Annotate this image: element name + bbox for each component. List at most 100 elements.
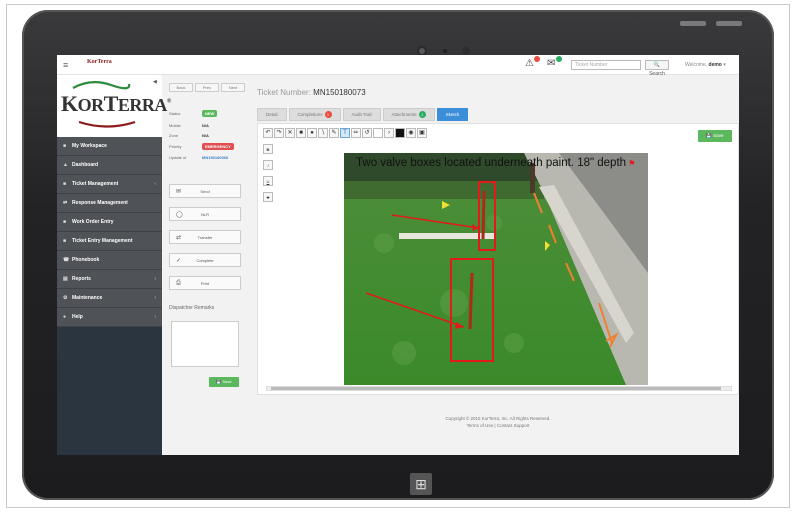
nlr-button[interactable]: ◯ NLR bbox=[169, 207, 241, 221]
tab-attachments[interactable]: Attachments 1 bbox=[382, 108, 435, 121]
field-value: N/A bbox=[202, 133, 209, 138]
clear-icon[interactable]: ✕ bbox=[285, 128, 295, 138]
tablet-sensor-2 bbox=[462, 47, 470, 55]
sidebar-item-label: Dashboard bbox=[72, 162, 99, 168]
sidebar-item-dashboard[interactable]: ▲ Dashboard bbox=[57, 156, 162, 175]
redo-icon[interactable]: ↷ bbox=[274, 128, 284, 138]
footer: Copyright © 2015 KorTerra, Inc. All Righ… bbox=[257, 415, 739, 429]
maintenance-icon: ⚙ bbox=[63, 295, 68, 301]
tab-label: Audit Trail bbox=[351, 112, 372, 117]
rectangle-icon[interactable]: ■ bbox=[296, 128, 306, 138]
search-button-label: Search bbox=[649, 71, 665, 77]
sidebar-item-my-workspace[interactable]: ■ My Workspace bbox=[57, 137, 162, 156]
image-icon[interactable]: ▣ bbox=[417, 128, 427, 138]
color-swatch-white[interactable] bbox=[373, 128, 383, 138]
status-badge: NEW bbox=[202, 110, 218, 117]
next-button[interactable]: Next bbox=[221, 83, 245, 92]
update-of-link[interactable]: MN150180066 bbox=[202, 155, 228, 160]
entry-icon: ■ bbox=[63, 238, 67, 244]
windows-home-icon[interactable]: ⊞ bbox=[410, 473, 432, 495]
field-label: Priority bbox=[169, 144, 182, 149]
sidebar-item-phonebook[interactable]: ☎ Phonebook bbox=[57, 251, 162, 270]
tab-sketch[interactable]: Sketch bbox=[436, 108, 469, 121]
sidebar-item-work-order-entry[interactable]: ■ Work Order Entry bbox=[57, 213, 162, 232]
priority-badge: EMERGENCY bbox=[202, 143, 234, 150]
reports-icon: ▤ bbox=[63, 276, 68, 282]
save-remarks-button[interactable]: 💾 Save bbox=[209, 377, 239, 387]
sidebar-item-ticket-entry-management[interactable]: ■ Ticket Entry Management bbox=[57, 232, 162, 251]
color-swatch-black[interactable] bbox=[395, 128, 405, 138]
home-icon: ■ bbox=[63, 143, 67, 149]
circle-icon[interactable]: ● bbox=[307, 128, 317, 138]
text-icon[interactable]: T bbox=[340, 128, 350, 138]
tablet-sensor bbox=[443, 49, 447, 53]
pencil-icon[interactable]: ✎ bbox=[329, 128, 339, 138]
ticket-icon: ■ bbox=[63, 181, 67, 187]
transfer-button[interactable]: ⇄ Transfer bbox=[169, 230, 241, 244]
search-button[interactable]: 🔍Search bbox=[645, 60, 669, 77]
site-photo-canvas[interactable]: Two valve boxes located underneath paint… bbox=[344, 153, 648, 385]
top-bar: ≡ KorTerra ⚠ ✉ Ticket Number 🔍Search Wel… bbox=[57, 55, 739, 77]
phonebook-icon: ☎ bbox=[63, 257, 70, 263]
sketch-panel: ↶ ↷ ✕ ■ ● ∖ ✎ T ✏ ↺ › ◉ ▣ B I U S 💾 Save bbox=[257, 123, 739, 395]
message-icon[interactable]: ✉ bbox=[547, 58, 555, 69]
eyedropper-icon[interactable]: ✏ bbox=[351, 128, 361, 138]
transfer-button-label: Transfer bbox=[197, 235, 213, 240]
sketch-caption[interactable]: Two valve boxes located underneath paint… bbox=[356, 157, 648, 170]
footer-links[interactable]: Terms of Use | Contact Support bbox=[257, 422, 739, 429]
complete-button[interactable]: ✓ Complete bbox=[169, 253, 241, 267]
sidebar-item-help[interactable]: ● Help ‹ bbox=[57, 308, 162, 327]
page-title: Ticket Number: MN150180073 bbox=[257, 88, 366, 97]
caption-text: Two valve boxes located underneath paint… bbox=[356, 157, 627, 169]
sidebar-item-label: Work Order Entry bbox=[72, 219, 114, 225]
logo-swoosh bbox=[72, 81, 131, 90]
welcome-prefix: Welcome, bbox=[685, 62, 708, 68]
size-selector[interactable]: › bbox=[384, 128, 394, 138]
paint-bucket-icon[interactable]: ◉ bbox=[406, 128, 416, 138]
header-logo[interactable]: KorTerra bbox=[87, 59, 112, 65]
italic-button[interactable]: I bbox=[263, 160, 273, 170]
sidebar-item-response-management[interactable]: ⇄ Response Management bbox=[57, 194, 162, 213]
save-icon: 💾 bbox=[706, 133, 713, 138]
line-icon[interactable]: ∖ bbox=[318, 128, 328, 138]
sidebar-item-maintenance[interactable]: ⚙ Maintenance ‹ bbox=[57, 289, 162, 308]
underline-button[interactable]: U bbox=[263, 176, 273, 186]
ticket-tabs: Detail Completions 1 Audit Trail Attachme… bbox=[257, 108, 469, 121]
horizontal-scrollbar[interactable] bbox=[266, 386, 732, 391]
sidebar-item-reports[interactable]: ▤ Reports ‹ bbox=[57, 270, 162, 289]
dispatcher-remarks-textarea[interactable] bbox=[171, 321, 239, 367]
completions-count-badge: 1 bbox=[324, 111, 332, 118]
prev-button[interactable]: Prev bbox=[195, 83, 219, 92]
print-button[interactable]: ⎙ Print bbox=[169, 276, 241, 290]
undo-icon[interactable]: ↶ bbox=[263, 128, 273, 138]
hamburger-menu-icon[interactable]: ≡ bbox=[63, 60, 68, 70]
arrow-icon[interactable]: ↺ bbox=[362, 128, 372, 138]
tab-audit-trail[interactable]: Audit Trail bbox=[342, 108, 381, 121]
chevron-left-icon: ‹ bbox=[154, 276, 156, 282]
strikethrough-button[interactable]: S bbox=[263, 192, 273, 202]
chevron-left-icon: ‹ bbox=[154, 314, 156, 320]
sidebar-item-label: Reports bbox=[72, 276, 91, 282]
sidebar-item-label: Help bbox=[72, 314, 83, 320]
send-button[interactable]: ✉ Send bbox=[169, 184, 241, 198]
tab-label: Detail bbox=[266, 112, 278, 117]
field-label: Mobile bbox=[169, 123, 181, 128]
app-screen: ≡ KorTerra ⚠ ✉ Ticket Number 🔍Search Wel… bbox=[57, 55, 739, 455]
logo-text: KORTERRA® bbox=[61, 91, 171, 116]
tab-completions[interactable]: Completions 1 bbox=[288, 108, 341, 121]
sidebar-item-ticket-management[interactable]: ■ Ticket Management ‹ bbox=[57, 175, 162, 194]
user-menu[interactable]: demo bbox=[709, 62, 722, 68]
scrollbar-thumb[interactable] bbox=[271, 387, 721, 390]
sidebar-item-label: My Workspace bbox=[72, 143, 107, 149]
work-order-icon: ■ bbox=[63, 219, 67, 225]
response-icon: ⇄ bbox=[63, 200, 68, 206]
caption-marker-icon: ⚑ bbox=[626, 159, 636, 168]
back-button[interactable]: Back bbox=[169, 83, 193, 92]
bold-button[interactable]: B bbox=[263, 144, 273, 154]
sidebar-item-label: Maintenance bbox=[72, 295, 103, 301]
ticket-summary-panel: Back Prev Next Status NEW Mobile N/A Zone N… bbox=[169, 83, 249, 387]
collapse-sidebar-icon[interactable]: ◀ bbox=[153, 79, 157, 85]
ticket-search-input[interactable]: Ticket Number bbox=[571, 60, 641, 70]
save-sketch-button[interactable]: 💾 Save bbox=[698, 130, 732, 142]
tab-detail[interactable]: Detail bbox=[257, 108, 287, 121]
